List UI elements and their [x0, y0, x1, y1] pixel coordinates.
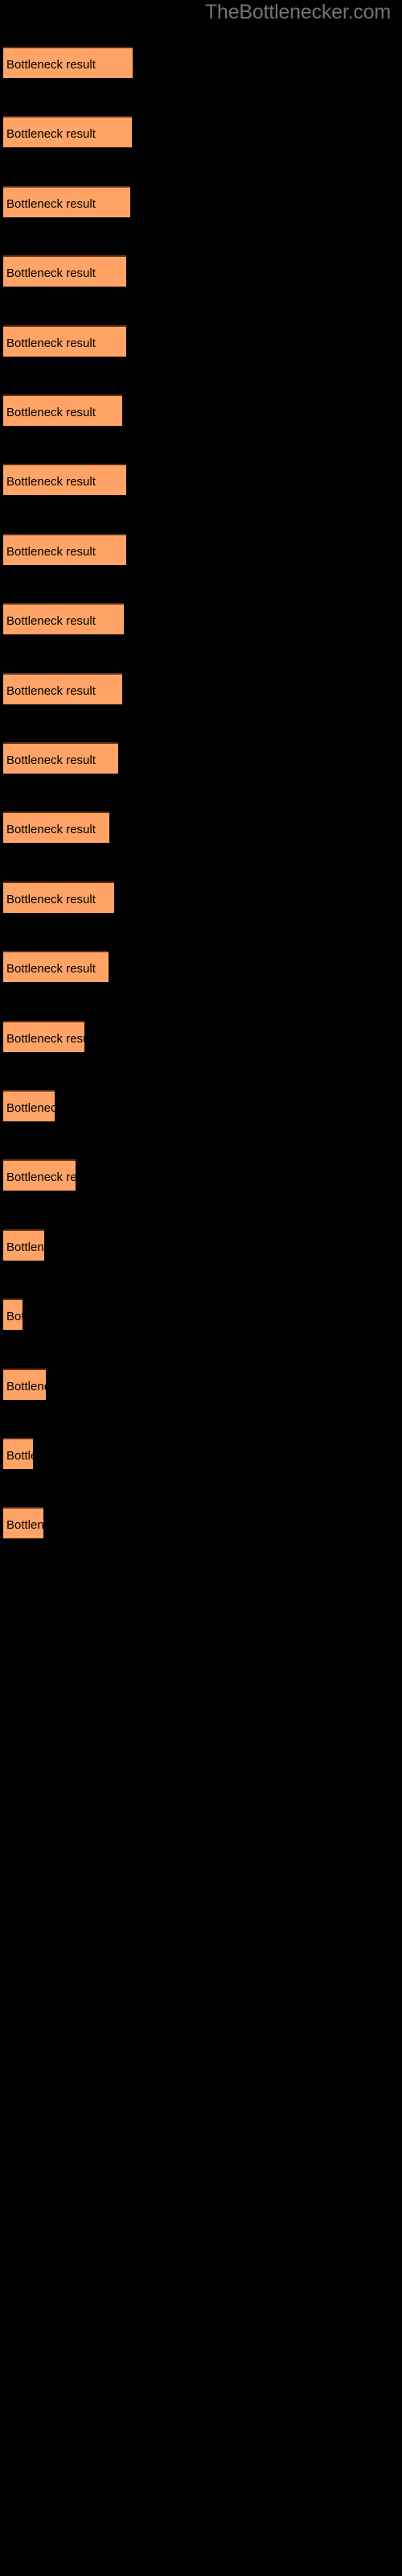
bar-label: Bottleneck result	[6, 58, 96, 72]
bar-label-clip: Bottleneck result	[3, 952, 109, 982]
bar-label-clip: Bottleneck result	[3, 813, 109, 843]
bar-label-clip: Bottleneck result	[3, 883, 114, 913]
bar[interactable]: Bottleneck result	[3, 255, 126, 287]
bar-label-clip: Bottleneck result	[3, 396, 122, 426]
bar-label: Bottleneck result	[6, 1031, 84, 1046]
bar[interactable]: Bottleneck result	[3, 394, 122, 426]
bar[interactable]: Bottleneck result	[3, 1159, 76, 1191]
bar[interactable]: Bottleneck result	[3, 742, 118, 774]
bar-label-clip: Bottleneck result	[3, 188, 130, 217]
bar[interactable]: Bottleneck result	[3, 603, 124, 635]
bar-chart-plot-area: Bottleneck result Bottleneck result Bottle…	[0, 0, 402, 2576]
bar[interactable]: Bottleneck result	[3, 1298, 23, 1331]
bar[interactable]: Bottleneck result	[3, 672, 122, 704]
bar-label: Bottleneck result	[6, 892, 96, 906]
bar-row[interactable]: Bottleneck result	[3, 1298, 23, 1331]
bar-label-clip: Bottleneck result	[3, 535, 126, 565]
bar-row[interactable]: Bottleneck result	[3, 324, 126, 357]
bar[interactable]: Bottleneck result	[3, 47, 133, 78]
bar-label: Bottleneck result	[6, 753, 96, 767]
bar[interactable]: Bottleneck result	[3, 951, 109, 983]
bar-label: Bottleneck result	[6, 1518, 43, 1533]
bar-row[interactable]: Bottleneck result	[3, 672, 122, 704]
bar-label-clip: Bottleneck result	[3, 118, 132, 147]
bar-label-clip: Bottleneck result	[3, 257, 126, 287]
bar[interactable]: Bottleneck result	[3, 324, 126, 357]
bar[interactable]: Bottleneck result	[3, 1020, 84, 1052]
bar-row[interactable]: Bottleneck result	[3, 47, 133, 78]
bar-row[interactable]: Bottleneck result	[3, 1159, 76, 1191]
bar-label-clip: Bottleneck result	[3, 1300, 23, 1330]
bar[interactable]: Bottleneck result	[3, 811, 109, 844]
bar-label-clip: Bottleneck result	[3, 1509, 43, 1538]
bar-label-clip: Bottleneck result	[3, 465, 126, 495]
bar-row[interactable]: Bottleneck result	[3, 1368, 46, 1400]
bar-label-clip: Bottleneck result	[3, 327, 126, 357]
bar-row[interactable]: Bottleneck result	[3, 951, 109, 983]
bar-row[interactable]: Bottleneck result	[3, 185, 130, 217]
bar-label: Bottleneck result	[6, 962, 96, 976]
bar-label: Bottleneck result	[6, 196, 96, 211]
bar-label-clip: Bottleneck result	[3, 1161, 76, 1191]
bar-label: Bottleneck result	[6, 614, 96, 629]
bar[interactable]: Bottleneck result	[3, 881, 114, 913]
bar-label: Bottleneck result	[6, 1449, 33, 1463]
bar[interactable]: Bottleneck result	[3, 116, 132, 148]
bar-row[interactable]: Bottleneck result	[3, 394, 122, 426]
bar-label-clip: Bottleneck result	[3, 744, 118, 774]
bar-label-clip: Bottleneck result	[3, 1092, 55, 1121]
bar-row[interactable]: Bottleneck result	[3, 464, 126, 496]
bar-label-clip: Bottleneck result	[3, 48, 133, 78]
bar-label: Bottleneck result	[6, 406, 96, 419]
bar-label-clip: Bottleneck result	[3, 1439, 33, 1469]
bar-label: Bottleneck result	[6, 1101, 55, 1115]
bar-row[interactable]: Bottleneck result	[3, 603, 124, 635]
bar-label-clip: Bottleneck result	[3, 605, 124, 634]
bar[interactable]: Bottleneck result	[3, 1438, 33, 1469]
bar-label: Bottleneck result	[6, 1379, 46, 1393]
bar-label-clip: Bottleneck result	[3, 1022, 84, 1052]
bar-label: Bottleneck result	[6, 544, 96, 559]
bar-label: Bottleneck result	[6, 1310, 23, 1324]
bar-row[interactable]: Bottleneck result	[3, 1090, 55, 1121]
bar-label: Bottleneck result	[6, 1240, 44, 1254]
bar[interactable]: Bottleneck result	[3, 1368, 46, 1400]
bar-row[interactable]: Bottleneck result	[3, 1438, 33, 1469]
bar-row[interactable]: Bottleneck result	[3, 116, 132, 148]
bar[interactable]: Bottleneck result	[3, 464, 126, 496]
bar-row[interactable]: Bottleneck result	[3, 1020, 84, 1052]
bar-row[interactable]: Bottleneck result	[3, 742, 118, 774]
bar-label: Bottleneck result	[6, 266, 96, 281]
bar-row[interactable]: Bottleneck result	[3, 255, 126, 287]
chart-root: TheBottlenecker.com Bottleneck result Bot…	[0, 0, 402, 2576]
bar-label: Bottleneck result	[6, 683, 96, 698]
bar-row[interactable]: Bottleneck result	[3, 811, 109, 844]
bar[interactable]: Bottleneck result	[3, 533, 126, 565]
bar[interactable]: Bottleneck result	[3, 185, 130, 217]
bar-label: Bottleneck result	[6, 336, 96, 350]
bar-label: Bottleneck result	[6, 823, 96, 837]
bar-row[interactable]: Bottleneck result	[3, 1228, 44, 1261]
bar-label: Bottleneck result	[6, 1170, 76, 1185]
bar-label: Bottleneck result	[6, 127, 96, 142]
bar-label: Bottleneck result	[6, 475, 96, 489]
bar-row[interactable]: Bottleneck result	[3, 881, 114, 913]
bar[interactable]: Bottleneck result	[3, 1228, 44, 1261]
bar-row[interactable]: Bottleneck result	[3, 533, 126, 565]
bar[interactable]: Bottleneck result	[3, 1090, 55, 1121]
bar[interactable]: Bottleneck result	[3, 1507, 43, 1539]
bar-label-clip: Bottleneck result	[3, 1370, 46, 1400]
bar-label-clip: Bottleneck result	[3, 1231, 44, 1261]
bar-row[interactable]: Bottleneck result	[3, 1507, 43, 1539]
bar-label-clip: Bottleneck result	[3, 675, 122, 704]
